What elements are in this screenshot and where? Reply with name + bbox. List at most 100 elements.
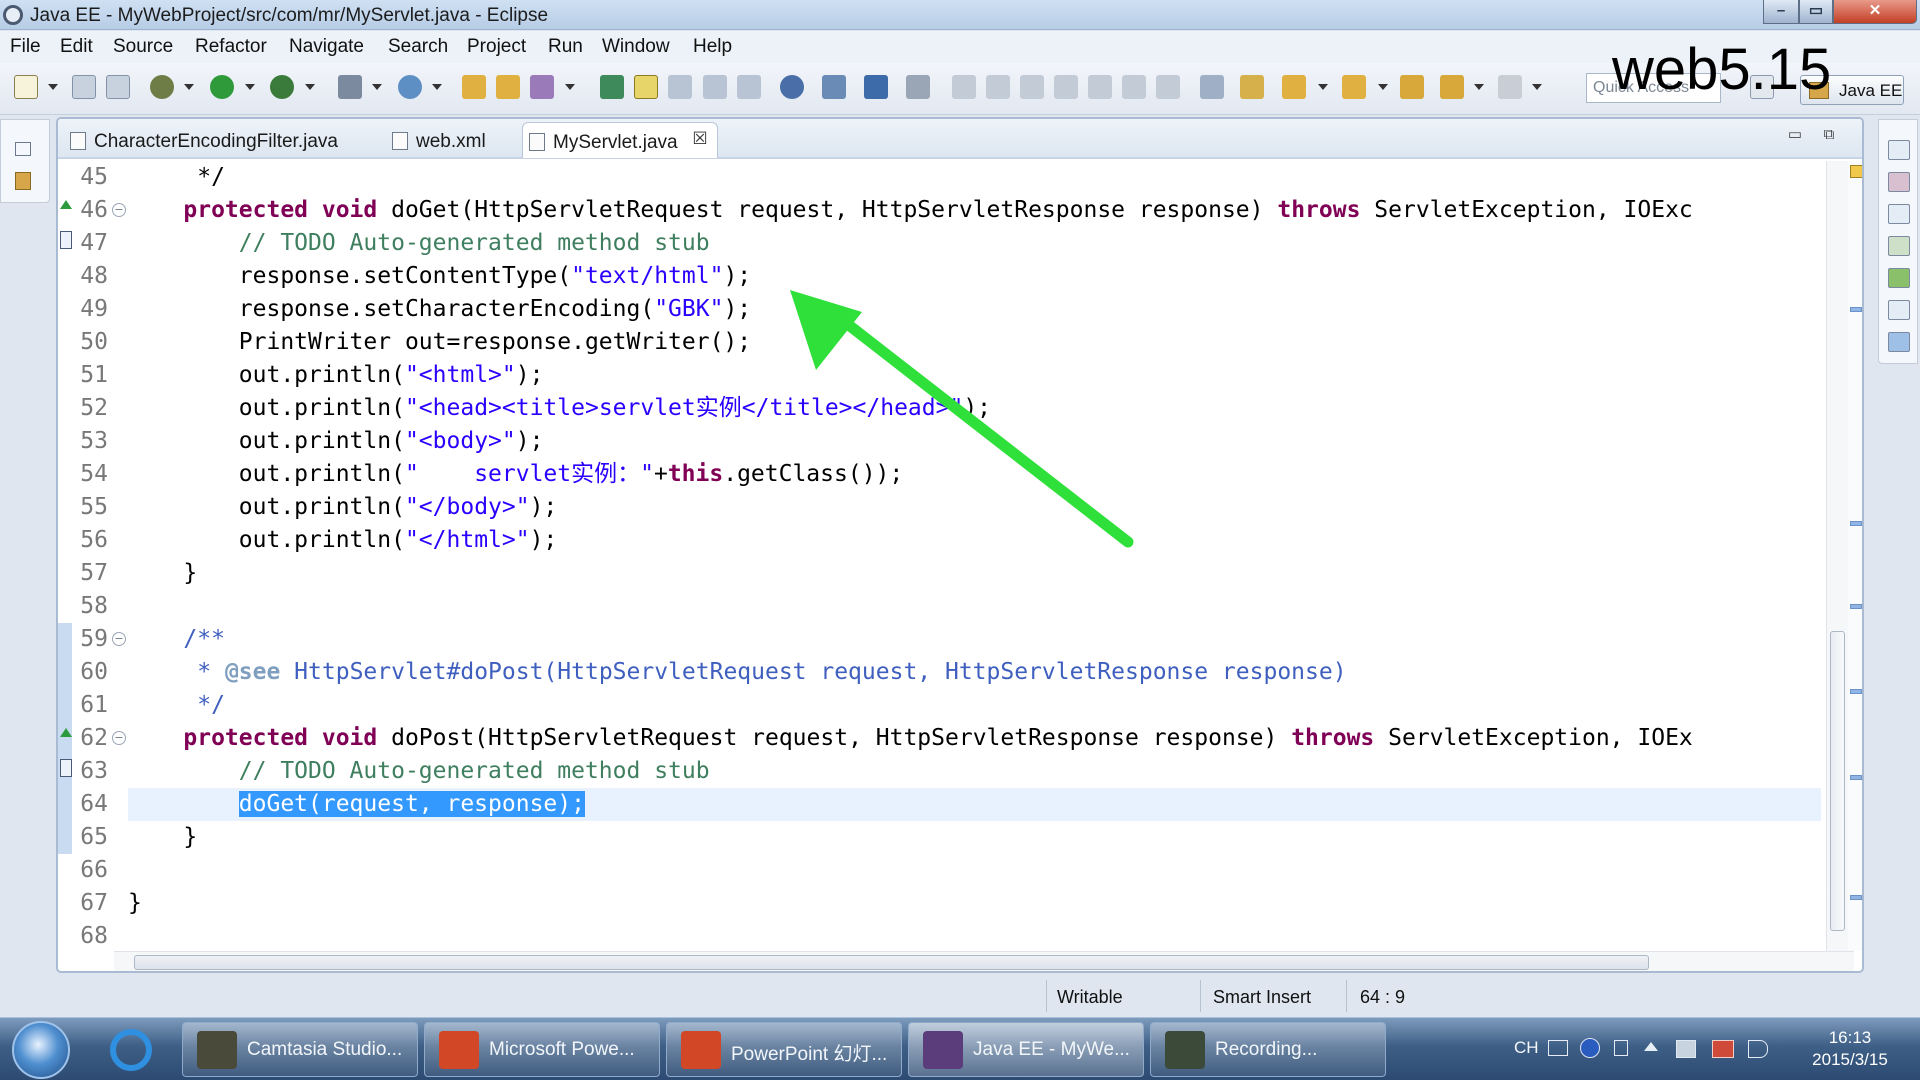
occurrence-marker[interactable]: [1850, 689, 1862, 694]
code-text[interactable]: out.println("</body>");: [128, 491, 558, 524]
code-text[interactable]: out.println("<body>");: [128, 425, 544, 458]
code-line[interactable]: 48 response.setContentType("text/html");: [58, 260, 1821, 293]
save-all-icon[interactable]: [106, 75, 130, 99]
project-explorer-icon[interactable]: [15, 172, 31, 190]
code-line[interactable]: 54 out.println(" servlet实例："+this.getCla…: [58, 458, 1821, 491]
horizontal-scrollbar[interactable]: [114, 951, 1854, 971]
previous-annotation-icon[interactable]: [1342, 75, 1366, 99]
taskbar-item[interactable]: PowerPoint 幻灯...: [666, 1022, 902, 1077]
code-line[interactable]: 56 out.println("</html>");: [58, 524, 1821, 557]
skip-breakpoints-icon[interactable]: [906, 75, 930, 99]
code-line[interactable]: 67}: [58, 887, 1821, 920]
step-return-icon[interactable]: [1156, 75, 1180, 99]
new-class-icon[interactable]: [398, 75, 422, 99]
start-button[interactable]: [12, 1021, 70, 1079]
help-icon[interactable]: [1580, 1038, 1600, 1058]
occurrence-marker[interactable]: [1850, 307, 1862, 312]
occurrence-marker[interactable]: [1850, 775, 1862, 780]
code-text[interactable]: out.println("<html>");: [128, 359, 544, 392]
tray-small-icon[interactable]: [1614, 1040, 1628, 1056]
show-hidden-icons-icon[interactable]: [1644, 1042, 1658, 1051]
new-server-icon[interactable]: [338, 75, 362, 99]
save-icon[interactable]: [72, 75, 96, 99]
code-line[interactable]: 53 out.println("<body>");: [58, 425, 1821, 458]
restore-icon[interactable]: [1888, 140, 1910, 160]
code-line[interactable]: 63 // TODO Auto-generated method stub: [58, 755, 1821, 788]
close-tab-icon[interactable]: ☒: [692, 130, 708, 147]
menu-refactor[interactable]: Refactor: [195, 36, 267, 58]
suspend-icon[interactable]: [986, 75, 1010, 99]
code-text[interactable]: }: [128, 887, 142, 920]
keyboard-icon[interactable]: [1548, 1040, 1568, 1056]
code-line[interactable]: 52 out.println("<head><title>servlet实例</…: [58, 392, 1821, 425]
run-server-dropdown-icon[interactable]: [305, 84, 315, 90]
globe-icon[interactable]: [780, 75, 804, 99]
code-line[interactable]: 65 }: [58, 821, 1821, 854]
code-line[interactable]: 51 out.println("<html>");: [58, 359, 1821, 392]
code-text[interactable]: out.println("</html>");: [128, 524, 558, 557]
previous-annotation-dropdown-icon[interactable]: [1378, 84, 1388, 90]
code-text[interactable]: response.setCharacterEncoding("GBK");: [128, 293, 751, 326]
search-icon[interactable]: [600, 75, 624, 99]
code-text[interactable]: // TODO Auto-generated method stub: [128, 227, 710, 260]
internet-explorer-icon[interactable]: [110, 1029, 152, 1071]
open-folder-icon[interactable]: [496, 75, 520, 99]
resume-icon[interactable]: [952, 75, 976, 99]
menu-edit[interactable]: Edit: [60, 36, 93, 58]
code-text[interactable]: PrintWriter out=response.getWriter();: [128, 326, 751, 359]
show-whitespace-icon[interactable]: [737, 75, 761, 99]
code-line[interactable]: 66: [58, 854, 1821, 887]
tab-character-encoding-filter[interactable]: CharacterEncodingFilter.java: [64, 122, 384, 158]
restore-icon[interactable]: [15, 142, 31, 156]
forward-icon[interactable]: [1498, 75, 1522, 99]
fold-toggle-icon[interactable]: −: [112, 632, 126, 646]
taskbar-item[interactable]: Microsoft Powe...: [424, 1022, 660, 1077]
code-line[interactable]: 58: [58, 590, 1821, 623]
snippets-icon[interactable]: [1888, 300, 1910, 320]
taskbar-item[interactable]: Recording...: [1150, 1022, 1386, 1077]
vertical-scrollbar[interactable]: [1826, 161, 1848, 951]
code-line[interactable]: 47 // TODO Auto-generated method stub: [58, 227, 1821, 260]
word-wrap-icon[interactable]: [703, 75, 727, 99]
menu-search[interactable]: Search: [388, 36, 448, 58]
console-icon[interactable]: [864, 75, 888, 99]
maximize-editor-icon[interactable]: ⧉: [1820, 127, 1838, 143]
horizontal-scroll-thumb[interactable]: [134, 955, 1649, 970]
run-dropdown-icon[interactable]: [245, 84, 255, 90]
menu-navigate[interactable]: Navigate: [289, 36, 364, 58]
step-over-icon[interactable]: [1122, 75, 1146, 99]
code-text[interactable]: protected void doPost(HttpServletRequest…: [128, 722, 1692, 755]
new-server-dropdown-icon[interactable]: [372, 84, 382, 90]
occurrence-marker[interactable]: [1850, 895, 1862, 900]
new-class-dropdown-icon[interactable]: [432, 84, 442, 90]
menu-project[interactable]: Project: [467, 36, 526, 58]
open-type-icon[interactable]: [462, 75, 486, 99]
occurrence-marker[interactable]: [1850, 604, 1862, 609]
code-text[interactable]: out.println("<head><title>servlet实例</tit…: [128, 392, 991, 425]
outline-icon[interactable]: [1888, 172, 1910, 192]
next-annotation-dropdown-icon[interactable]: [1318, 84, 1328, 90]
console-view-icon[interactable]: [1888, 332, 1910, 352]
menu-file[interactable]: File: [10, 36, 41, 58]
code-text[interactable]: response.setContentType("text/html");: [128, 260, 751, 293]
close-button[interactable]: ✕: [1833, 0, 1917, 24]
input-language[interactable]: CH: [1514, 1038, 1539, 1058]
code-text[interactable]: */: [128, 161, 225, 194]
code-line[interactable]: 50 PrintWriter out=response.getWriter();: [58, 326, 1821, 359]
code-text[interactable]: }: [128, 821, 197, 854]
code-line[interactable]: 68: [58, 920, 1821, 946]
code-line[interactable]: 64 doGet(request, response);: [58, 788, 1821, 821]
maximize-button[interactable]: ▭: [1799, 0, 1833, 24]
network-icon[interactable]: [1712, 1040, 1734, 1058]
debug-icon[interactable]: [150, 75, 174, 99]
forward-dropdown-icon[interactable]: [1532, 84, 1542, 90]
back-icon[interactable]: [1440, 75, 1464, 99]
back-dropdown-icon[interactable]: [1474, 84, 1484, 90]
code-text[interactable]: */: [128, 689, 225, 722]
code-text[interactable]: * @see HttpServlet#doPost(HttpServletReq…: [128, 656, 1346, 689]
code-line[interactable]: 46− protected void doGet(HttpServletRequ…: [58, 194, 1821, 227]
code-line[interactable]: 55 out.println("</body>");: [58, 491, 1821, 524]
run-icon[interactable]: [210, 75, 234, 99]
menu-window[interactable]: Window: [602, 36, 670, 58]
new-dropdown-icon[interactable]: [48, 84, 58, 90]
